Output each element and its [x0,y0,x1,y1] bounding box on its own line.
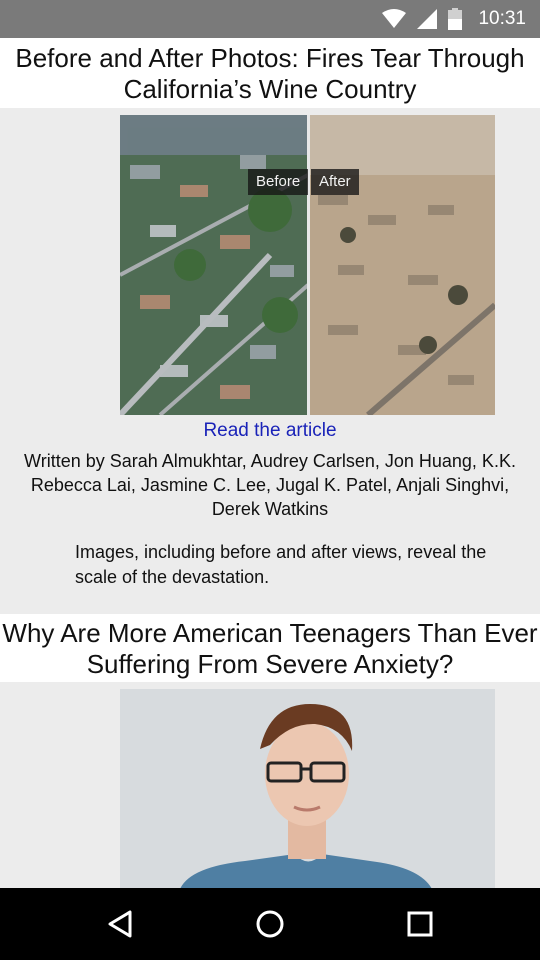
home-icon[interactable] [252,906,288,942]
status-bar: 10:31 [0,0,540,38]
article1-before-after-image[interactable]: Before After [120,115,495,415]
article1-byline: Written by Sarah Almukhtar, Audrey Carls… [24,451,516,519]
wifi-icon [382,9,407,28]
article2-title[interactable]: Why Are More American Teenagers Than Eve… [0,614,540,682]
status-time: 10:31 [478,8,526,29]
navigation-bar [0,888,540,960]
recents-icon[interactable] [402,906,438,942]
scroll-content[interactable]: Before and After Photos: Fires Tear Thro… [0,38,540,888]
article2-image[interactable] [120,689,495,888]
status-icons: 10:31 [382,0,526,38]
article1-title[interactable]: Before and After Photos: Fires Tear Thro… [0,38,540,108]
before-photo [120,115,308,415]
after-photo [308,115,495,415]
article1-description: Images, including before and after views… [75,542,487,587]
after-label: After [311,169,359,195]
before-label: Before [248,169,309,195]
back-icon[interactable] [102,906,138,942]
before-after-divider[interactable] [307,115,310,415]
signal-icon [417,9,438,29]
read-article-link[interactable]: Read the article [0,419,540,443]
battery-icon [448,8,463,30]
